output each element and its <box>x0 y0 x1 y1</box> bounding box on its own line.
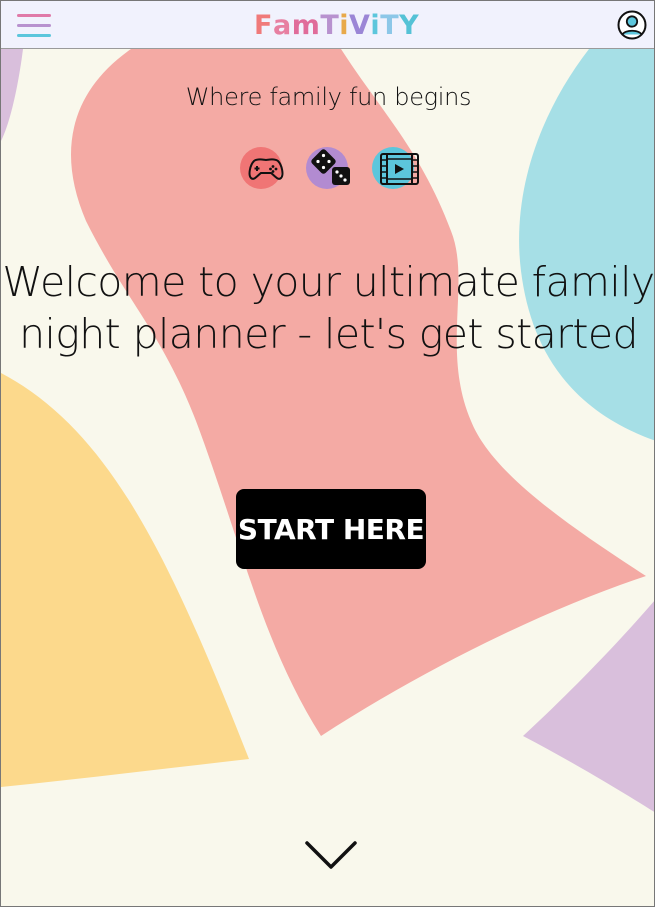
headline-line-2: night planner - let's get started <box>19 310 638 358</box>
film-video-icon <box>371 145 419 191</box>
logo-letter: m <box>291 9 321 41</box>
chevron-down-icon[interactable] <box>303 839 359 873</box>
landing-page: FamTiViTY Where family fun begins Welcom… <box>0 0 655 907</box>
welcome-headline: Welcome to your ultimate family night pl… <box>1 256 655 360</box>
logo-letter: a <box>272 9 292 41</box>
headline-line-1: Welcome to your ultimate family <box>2 258 655 306</box>
hamburger-menu-icon[interactable] <box>17 14 51 38</box>
game-controller-icon <box>239 145 286 191</box>
logo-letter: F <box>254 9 273 41</box>
tagline: Where family fun begins <box>185 83 472 111</box>
logo-letter: T <box>380 9 400 41</box>
logo-letter: V <box>349 9 371 41</box>
top-navigation-bar: FamTiViTY <box>1 1 654 49</box>
background-blobs <box>1 49 654 812</box>
purple-blob-bottom-right <box>523 601 654 812</box>
logo-letter: i <box>370 9 381 41</box>
activity-icons <box>1 145 654 191</box>
dice-icon <box>305 145 352 191</box>
start-here-button[interactable]: START HERE <box>236 489 426 569</box>
logo-letter: i <box>339 9 350 41</box>
user-profile-icon[interactable] <box>617 10 647 40</box>
logo-letter: Y <box>399 9 420 41</box>
famtivity-logo[interactable]: FamTiViTY <box>254 7 419 43</box>
logo-letter: T <box>320 9 340 41</box>
